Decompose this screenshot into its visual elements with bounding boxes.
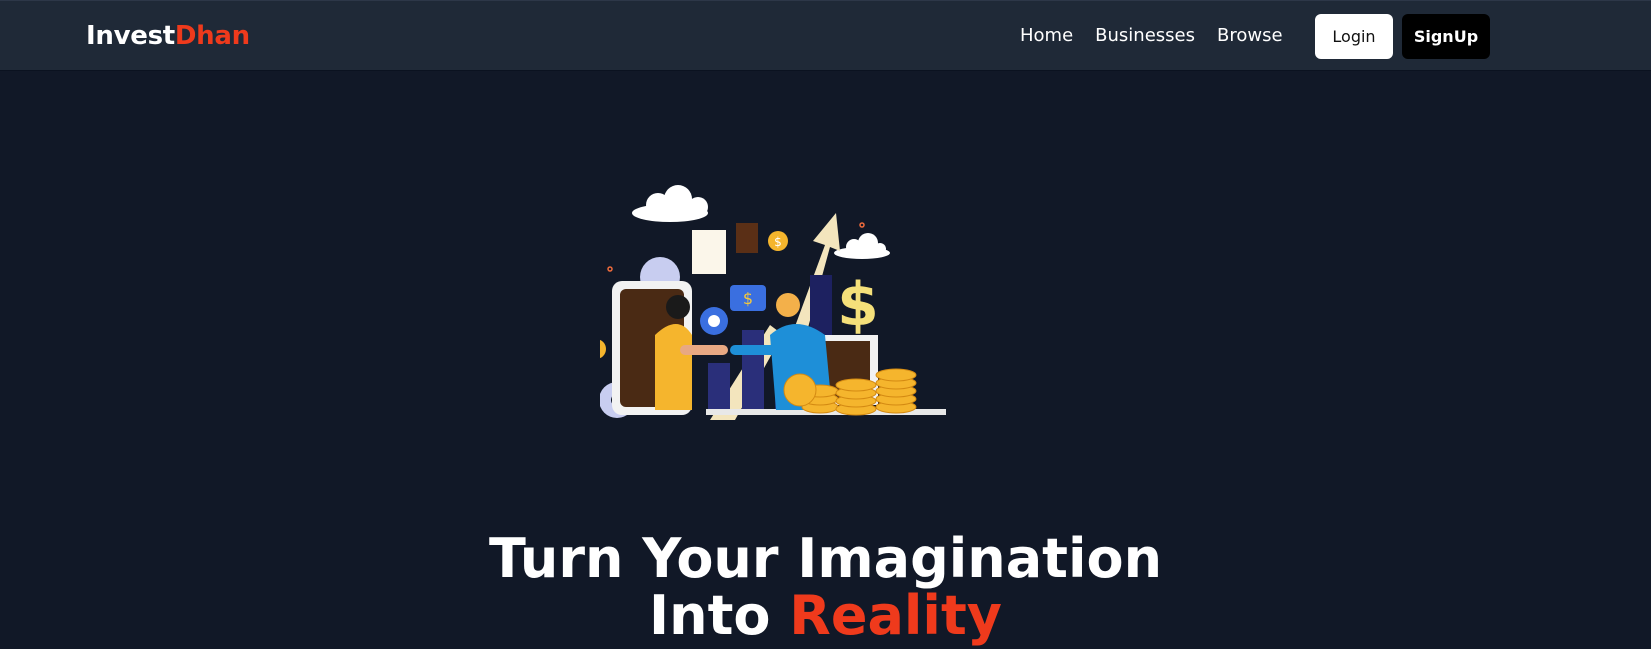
chat-bubble-icon: $ <box>730 285 766 311</box>
cloud-icon <box>834 233 890 259</box>
hero-headline: Turn Your Imagination Into Reality <box>0 530 1651 644</box>
document-icon <box>736 223 758 253</box>
signup-button[interactable]: SignUp <box>1402 14 1490 59</box>
dollar-sign-icon: $ <box>837 270 879 340</box>
nav-link-home[interactable]: Home <box>1020 25 1073 46</box>
navbar: InvestDhan Home Businesses Browse Login … <box>0 0 1651 71</box>
chat-bubble-icon <box>700 307 728 335</box>
login-button[interactable]: Login <box>1315 14 1393 59</box>
svg-text:$: $ <box>743 289 753 308</box>
brand-logo[interactable]: InvestDhan <box>86 21 250 51</box>
headline-accent-word: Reality <box>789 584 1002 647</box>
nav-links: Home Businesses Browse <box>1020 25 1283 46</box>
document-icon <box>692 230 726 274</box>
dollar-coin-icon: $ <box>768 231 788 251</box>
nav-link-businesses[interactable]: Businesses <box>1095 25 1195 46</box>
headline-line-1: Turn Your Imagination <box>488 527 1163 590</box>
brand-part-invest: Invest <box>86 21 175 51</box>
business-handshake-illustration: $ $ $ <box>600 185 946 420</box>
svg-text:$: $ <box>837 270 879 340</box>
headline-line-2: Into Reality <box>0 587 1651 644</box>
cloud-icon <box>632 185 708 222</box>
svg-text:$: $ <box>774 235 782 249</box>
nav-link-browse[interactable]: Browse <box>1217 25 1283 46</box>
dollar-coin-icon <box>600 339 606 359</box>
brand-part-dhan: Dhan <box>174 21 250 51</box>
headline-line-2-start: Into <box>649 584 790 647</box>
